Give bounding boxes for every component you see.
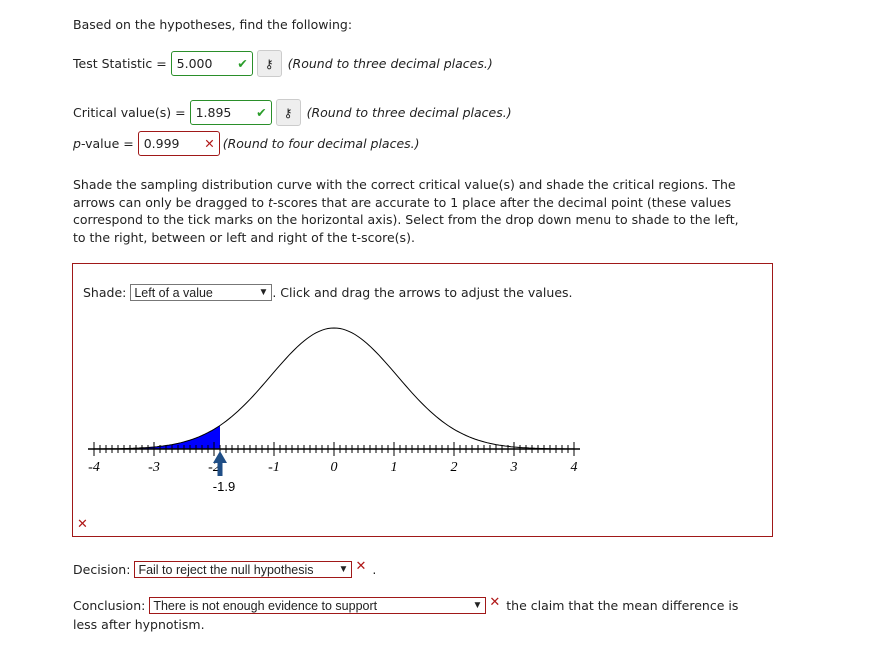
conclusion-selected: There is not enough evidence to support [153,598,378,613]
conclusion-row: Conclusion: There is not enough evidence… [73,595,739,614]
critical-value-label: Critical value(s) = [73,105,186,120]
instructions-line: arrows can only be dragged to t-scores t… [73,194,739,212]
arrow-value-label: -1.9 [213,479,235,494]
check-icon: ✔ [256,105,267,120]
p-label-italic: p [73,136,81,151]
test-statistic-value: 5.000 [176,56,213,71]
conclusion-dropdown[interactable]: There is not enough evidence to support ▼ [149,597,487,614]
x-icon: ✕ [204,136,215,151]
test-statistic-row: Test Statistic = 5.000 ✔ ⚷ (Round to thre… [73,50,493,77]
tick-label: 0 [331,460,338,475]
tick-label: -4 [88,460,100,475]
key-icon[interactable]: ⚷ [275,99,301,126]
p-value-label: -value = [80,136,134,151]
graph-panel: Shade: Left of a value ▼ . Click and drag… [72,263,773,537]
chevron-down-icon: ▼ [338,564,349,575]
x-icon: ✕ [77,517,88,532]
decision-selected: Fail to reject the null hypothesis [138,562,314,577]
tick-label: 4 [571,460,578,475]
decision-period: . [372,562,377,577]
p-value-hint: (Round to four decimal places.) [222,136,420,151]
instructions: Shade the sampling distribution curve wi… [73,176,739,246]
critical-value-hint: (Round to three decimal places.) [306,105,512,120]
p-value-row: p -value = 0.999 ✕ (Round to four decimal … [73,131,420,156]
instructions-line: to the right, between or left and right … [73,229,415,245]
tick-label: 2 [451,460,458,475]
text: -scores that are accurate to 1 place aft… [272,194,732,210]
shaded-region [94,425,220,449]
instructions-line: correspond to the tick marks on the hori… [73,212,739,227]
critical-value-input[interactable]: 1.895 ✔ [189,100,272,125]
conclusion-label: Conclusion: [73,598,146,613]
conclusion-tail: the claim that the mean difference is [506,598,739,613]
test-statistic-input[interactable]: 5.000 ✔ [170,51,253,76]
decision-row: Decision: Fail to reject the null hypoth… [73,559,377,578]
distribution-plot: -4 -3 -2 -1 0 1 2 3 4-1.9 [88,327,580,494]
critical-value-value: 1.895 [195,105,232,120]
p-value-input[interactable]: 0.999 ✕ [137,131,220,156]
test-statistic-hint: (Round to three decimal places.) [287,56,493,71]
instructions-line: Shade the sampling distribution curve wi… [73,177,736,192]
test-statistic-label: Test Statistic = [73,56,167,71]
p-value-value: 0.999 [143,136,180,151]
conclusion-tail-2: less after hypnotism. [73,617,205,632]
decision-label: Decision: [73,562,131,577]
density-curve [94,327,574,450]
intro-text: Based on the hypotheses, find the follow… [73,17,353,32]
critical-value-row: Critical value(s) = 1.895 ✔ ⚷ (Round to t… [73,99,512,126]
tick-label: 1 [391,460,398,475]
tick-label: -3 [148,460,160,475]
x-icon: ✕ [489,595,501,610]
tick-label: 3 [510,460,518,475]
chevron-down-icon: ▼ [472,600,483,611]
decision-dropdown[interactable]: Fail to reject the null hypothesis ▼ [134,561,353,578]
tick-label: -1 [268,460,280,475]
text: arrows can only be dragged to [73,194,268,210]
key-icon[interactable]: ⚷ [256,50,282,77]
x-icon: ✕ [355,559,367,574]
check-icon: ✔ [237,56,248,71]
